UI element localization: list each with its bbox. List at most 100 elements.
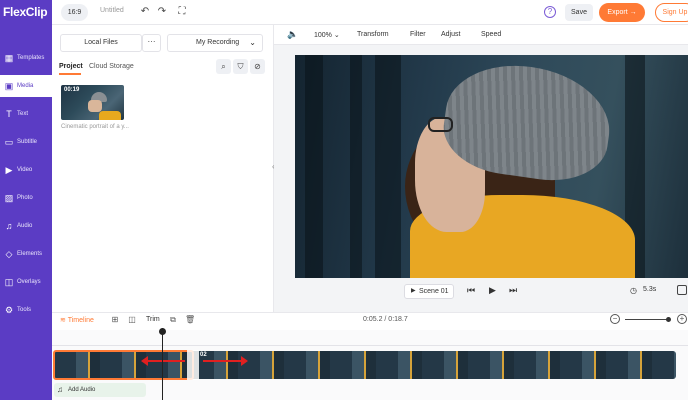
drag-arrow-right (203, 360, 241, 362)
play-small-icon: ▶ (411, 288, 416, 294)
adjust-button[interactable]: Adjust (441, 31, 460, 38)
undo-icon[interactable]: ↶ (138, 5, 152, 19)
templates-icon: ▦ (4, 53, 14, 63)
playhead[interactable] (162, 328, 163, 400)
sidebar-item-overlays[interactable]: ◫ Overlays (0, 271, 52, 293)
add-audio-button[interactable]: ♫ Add Audio (54, 383, 146, 397)
media-thumbnail[interactable]: 00:19 (61, 85, 124, 120)
hide-used-icon[interactable]: ⊘ (250, 59, 265, 74)
zoom-dropdown[interactable]: 100% ⌄ (314, 31, 340, 39)
sidebar-item-label: Templates (17, 55, 45, 61)
sidebar: ▦ Templates ▣ Media T Text ▭ Subtitle ▶ … (0, 25, 52, 400)
playhead-handle[interactable] (159, 328, 166, 335)
export-button[interactable]: Export → (599, 3, 645, 22)
audio-icon: ♫ (5, 221, 13, 231)
previous-icon[interactable]: ⏮ (467, 285, 475, 296)
scene-label: Scene 01 (419, 288, 449, 295)
duplicate-icon[interactable]: ⧉ (168, 315, 178, 325)
chevron-down-icon: ⌄ (249, 38, 256, 47)
photo-icon: ▨ (4, 193, 14, 203)
sidebar-item-label: Tools (17, 307, 32, 313)
redo-icon[interactable]: ↷ (155, 5, 169, 19)
tab-cloud-storage[interactable]: Cloud Storage (89, 63, 134, 70)
scene-duration: 5.3s (643, 286, 657, 293)
add-scene-icon[interactable]: ⊞ (110, 315, 120, 325)
aspect-ratio-button[interactable]: 16:9 (61, 4, 88, 21)
sign-up-button[interactable]: Sign Up (655, 3, 688, 22)
search-icon[interactable]: ⌕ (216, 59, 231, 74)
sidebar-item-video[interactable]: ▶ Video (0, 159, 52, 181)
zoom-in-icon[interactable]: + (677, 314, 687, 324)
thumb-coat (99, 111, 121, 120)
subtitle-icon: ▭ (4, 137, 14, 147)
speed-button[interactable]: Speed (481, 31, 501, 38)
sidebar-item-elements[interactable]: ◇ Elements (0, 243, 52, 265)
sidebar-item-label: Media (17, 83, 34, 89)
zoom-value: 100% (314, 32, 332, 39)
thumb-face (88, 100, 102, 112)
trim-button[interactable]: Trim (146, 316, 160, 323)
clock-icon: ◷ (630, 286, 637, 295)
music-note-icon: ♫ (57, 385, 63, 394)
elements-icon: ◇ (5, 249, 13, 259)
split-icon[interactable]: ◫ (127, 315, 137, 325)
sidebar-item-photo[interactable]: ▨ Photo (0, 187, 52, 209)
play-icon[interactable]: ▶ (489, 285, 496, 296)
thumbnail-duration: 00:19 (64, 87, 80, 93)
add-audio-label: Add Audio (68, 387, 96, 393)
subject-glasses (428, 117, 453, 132)
sidebar-item-audio[interactable]: ♫ Audio (0, 215, 52, 237)
filter-button[interactable]: Filter (410, 31, 426, 38)
sidebar-item-text[interactable]: T Text (0, 103, 52, 125)
scene-selector[interactable]: ▶ Scene 01 (404, 284, 454, 299)
project-title[interactable]: Untitled (100, 7, 124, 14)
timeline-ruler (52, 345, 688, 346)
selected-clip[interactable] (53, 350, 194, 380)
volume-icon[interactable]: 🔈 (287, 29, 298, 40)
flexclip-logo[interactable]: FlexClip (0, 0, 52, 25)
fullscreen-icon[interactable]: ⛶ (175, 5, 189, 19)
timeline-icon: ≋ (60, 317, 68, 324)
video-preview[interactable] (295, 55, 688, 278)
background-tree (375, 55, 401, 278)
top-bar: FlexClip 16:9 Untitled ↶ ↷ ⛶ ? Save Expo… (0, 0, 688, 25)
sidebar-item-label: Photo (17, 195, 33, 201)
zoom-slider[interactable] (625, 319, 669, 320)
timeline-toggle[interactable]: ≋ Timeline (60, 316, 94, 324)
fullscreen-preview-icon[interactable] (677, 285, 687, 295)
video-icon: ▶ (5, 165, 13, 175)
drag-arrow-left (147, 360, 185, 362)
transform-button[interactable]: Transform (357, 31, 389, 38)
arrow-right-icon (241, 356, 248, 366)
timeline-label: Timeline (67, 317, 94, 324)
filter-icon[interactable]: ⛉ (233, 59, 248, 74)
media-panel: Local Files ··· My Recording ⌄ Project C… (52, 25, 274, 312)
my-recording-dropdown[interactable]: My Recording ⌄ (167, 34, 263, 52)
more-options-button[interactable]: ··· (142, 34, 161, 52)
active-tab-indicator (59, 73, 81, 75)
sidebar-item-label: Overlays (17, 279, 41, 285)
my-recording-label: My Recording (196, 39, 240, 46)
tools-icon: ⚙ (4, 305, 14, 315)
sidebar-item-media[interactable]: ▣ Media (0, 75, 52, 97)
sidebar-item-tools[interactable]: ⚙ Tools (0, 299, 52, 321)
local-files-button[interactable]: Local Files (60, 34, 142, 52)
save-button[interactable]: Save (565, 4, 593, 21)
zoom-slider-handle[interactable] (666, 317, 671, 322)
sidebar-item-label: Elements (17, 251, 43, 257)
arrow-left-icon (141, 356, 148, 366)
sidebar-item-templates[interactable]: ▦ Templates (0, 47, 52, 69)
delete-icon[interactable]: 🗑 (185, 315, 195, 325)
tab-project[interactable]: Project (59, 63, 83, 70)
sidebar-item-label: Video (17, 167, 33, 173)
thumbnail-caption: Cinematic portrait of a y... (61, 124, 129, 130)
sidebar-item-label: Text (17, 111, 29, 117)
overlays-icon: ◫ (4, 277, 14, 287)
chevron-down-icon: ⌄ (331, 32, 340, 39)
help-icon[interactable]: ? (544, 6, 556, 18)
clip-split-handle[interactable] (187, 350, 199, 380)
sidebar-item-subtitle[interactable]: ▭ Subtitle (0, 131, 52, 153)
zoom-out-icon[interactable]: − (610, 314, 620, 324)
next-icon[interactable]: ⏭ (509, 285, 517, 296)
sidebar-item-label: Subtitle (17, 139, 38, 145)
